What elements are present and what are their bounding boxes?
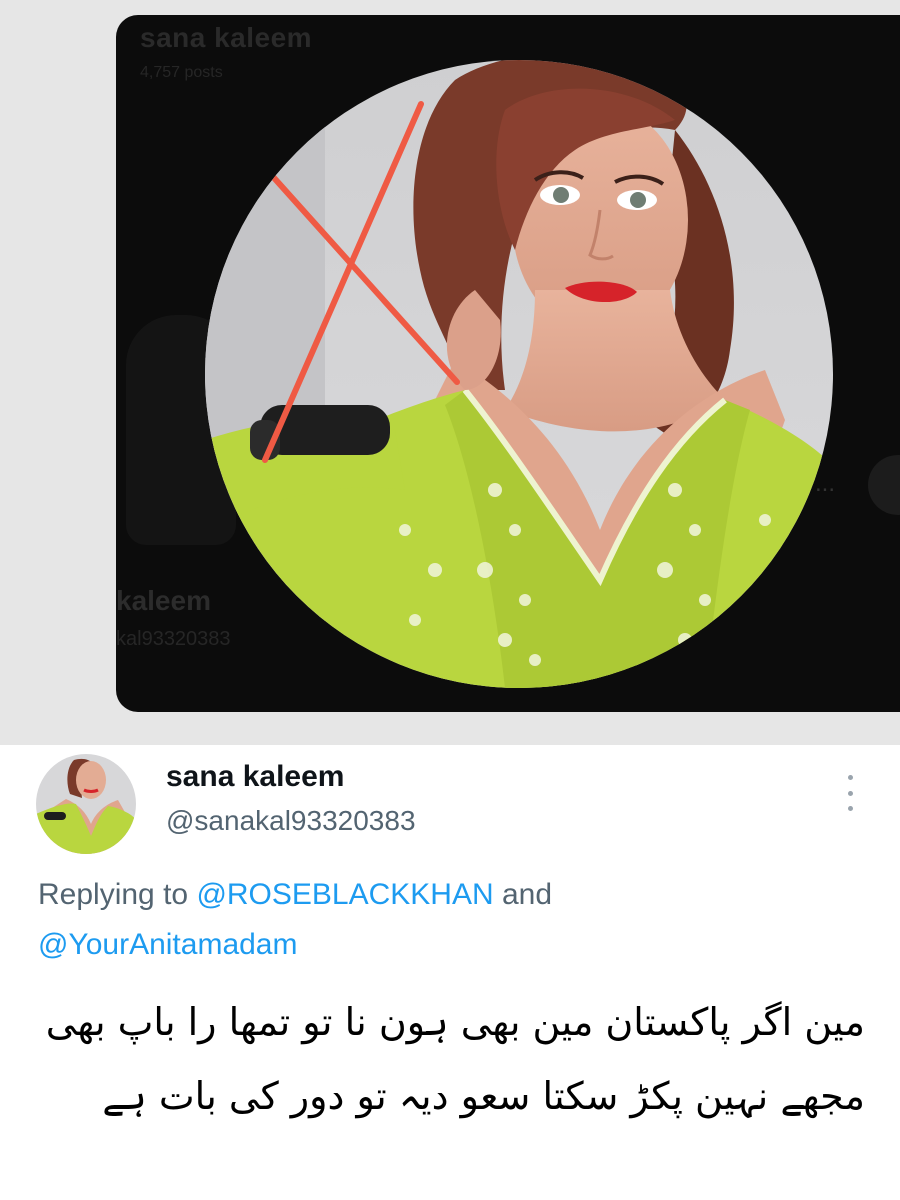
- background-profile-name-partial: kaleem: [116, 585, 211, 616]
- user-handle[interactable]: @sanakal93320383: [166, 805, 416, 837]
- profile-photo-large[interactable]: [205, 60, 833, 688]
- more-vertical-icon[interactable]: [838, 775, 862, 811]
- avatar-illustration: [36, 754, 136, 854]
- and-label: and: [501, 878, 553, 911]
- replying-to-line-2: @YourAnitamadam: [38, 928, 297, 962]
- avatar[interactable]: [36, 754, 136, 854]
- mention-link-youranitamadam[interactable]: @YourAnitamadam: [38, 928, 297, 961]
- more-dot: [847, 775, 853, 780]
- background-profile-name: sana kaleem: [140, 22, 313, 53]
- more-dot: [847, 806, 853, 811]
- profile-photo-illustration: [205, 60, 833, 688]
- tweet-text: مین اگر پاکستان مین بھی ہون نا تو تمھا ر…: [45, 1000, 865, 1118]
- mention-link-roseblackkhan[interactable]: @ROSEBLACKKHAN: [196, 878, 493, 911]
- replying-to-label: Replying to: [38, 878, 189, 911]
- background-profile-handle-partial: kal93320383: [116, 628, 231, 650]
- background-post-count: 4,757 posts: [140, 64, 223, 81]
- replying-to-line: Replying to @ROSEBLACKKHAN and: [38, 878, 552, 912]
- display-name[interactable]: sana kaleem: [166, 760, 344, 794]
- background-more-text: ...: [815, 470, 836, 497]
- more-dot: [847, 790, 853, 796]
